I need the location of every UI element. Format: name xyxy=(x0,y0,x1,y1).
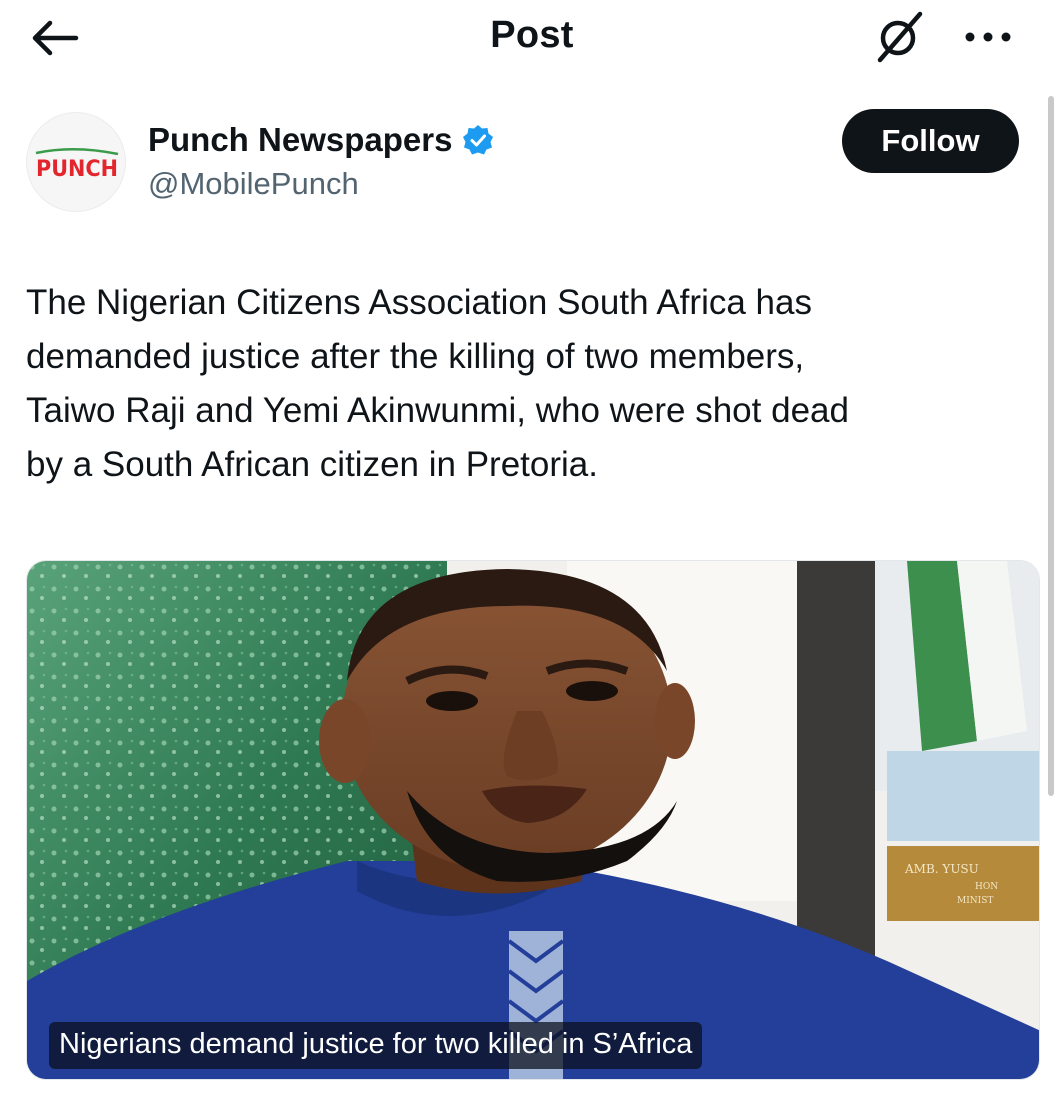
grok-icon xyxy=(877,11,923,63)
grok-button[interactable] xyxy=(868,6,928,66)
svg-text:PUNCH: PUNCH xyxy=(36,157,118,182)
image-caption: Nigerians demand justice for two killed … xyxy=(49,1022,703,1069)
post-image[interactable]: AMB. YUSU HON MINIST Nigerians demand ju… xyxy=(26,560,1040,1080)
post-text-line: by a South African citizen in Pretoria. xyxy=(26,445,598,484)
post-text-line: demanded justice after the killing of tw… xyxy=(26,337,805,376)
photo-illustration: AMB. YUSU HON MINIST xyxy=(27,561,1039,1079)
author-name[interactable]: Punch Newspapers xyxy=(148,121,494,159)
top-bar: Post xyxy=(0,0,1064,80)
scrollbar[interactable] xyxy=(1048,96,1054,796)
post-text-line: Taiwo Raji and Yemi Akinwunmi, who were … xyxy=(26,391,849,430)
follow-button[interactable]: Follow xyxy=(842,109,1019,173)
plaque-line: HON xyxy=(975,882,998,892)
verified-badge-icon xyxy=(463,125,494,155)
author-handle: @MobilePunch xyxy=(148,166,359,201)
post-text-line: The Nigerian Citizens Association South … xyxy=(26,283,812,322)
plaque-line: AMB. YUSU xyxy=(904,862,979,876)
more-button[interactable] xyxy=(960,22,1020,52)
plaque-line: MINIST xyxy=(957,896,993,906)
post-text: The Nigerian Citizens Association South … xyxy=(26,276,1016,492)
punch-logo: PUNCH xyxy=(35,148,119,182)
author-name-text: Punch Newspapers xyxy=(148,121,453,158)
more-horizontal-icon xyxy=(965,32,1011,42)
